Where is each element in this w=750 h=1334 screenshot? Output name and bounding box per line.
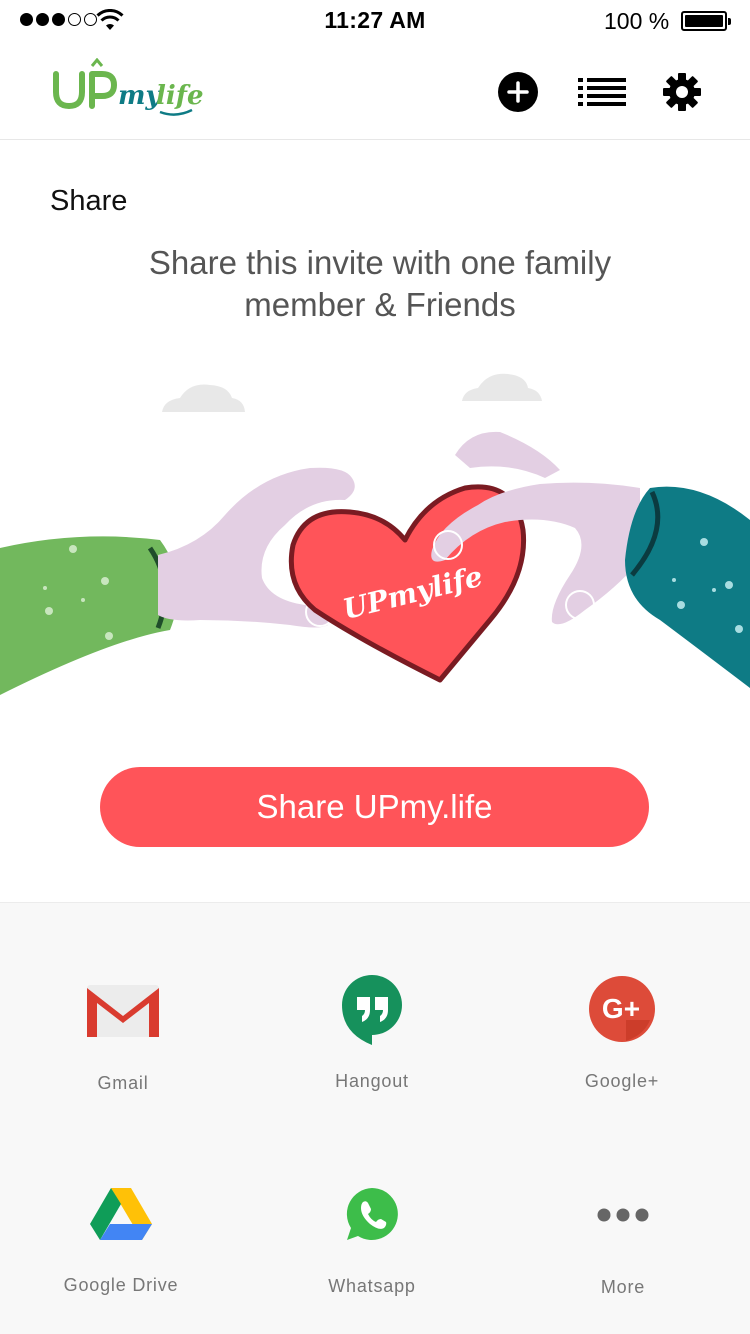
share-option-hangout[interactable]: Hangout xyxy=(272,969,472,1092)
gear-icon xyxy=(663,73,701,111)
share-option-label: Google Drive xyxy=(63,1275,179,1295)
share-option-label: Google+ xyxy=(584,1071,660,1091)
share-upmylife-button[interactable]: Share UPmy.life xyxy=(100,767,649,847)
more-icon xyxy=(597,1208,649,1222)
share-option-more[interactable]: More xyxy=(523,1175,723,1298)
battery-percent: 100 % xyxy=(604,8,670,34)
share-option-label: Whatsapp xyxy=(328,1276,416,1296)
whatsapp-icon xyxy=(346,1188,398,1240)
share-option-google-plus[interactable]: G+ Google+ xyxy=(522,969,722,1092)
list-button[interactable] xyxy=(576,70,628,114)
share-option-label: More xyxy=(600,1277,646,1297)
hangout-icon xyxy=(342,975,402,1045)
invite-message: Share this invite with one family member… xyxy=(148,244,612,323)
share-option-label: Hangout xyxy=(335,1071,409,1091)
settings-button[interactable] xyxy=(660,70,704,114)
share-option-whatsapp[interactable]: Whatsapp xyxy=(272,1174,472,1297)
share-option-gmail[interactable]: Gmail xyxy=(23,971,223,1094)
svg-text:G+: G+ xyxy=(602,993,640,1024)
share-options-sheet: Gmail Hangout G+ Google+ Google Drive Wh… xyxy=(0,902,750,1334)
share-option-google-drive[interactable]: Google Drive xyxy=(21,1173,221,1296)
list-icon xyxy=(578,78,626,106)
battery-icon xyxy=(681,11,731,31)
gmail-icon xyxy=(87,985,159,1037)
app-header: my life xyxy=(0,40,750,140)
google-drive-icon xyxy=(90,1188,152,1240)
status-bar: 11:27 AM 100 % xyxy=(0,0,750,40)
svg-text:life: life xyxy=(156,81,203,111)
add-circle-icon xyxy=(498,72,538,112)
google-plus-icon: G+ xyxy=(589,976,655,1042)
hands-heart-illustration: UPmylife xyxy=(0,373,750,695)
app-logo[interactable]: my life xyxy=(48,58,218,120)
page-title: Share xyxy=(50,185,128,217)
share-option-label: Gmail xyxy=(97,1073,149,1093)
add-button[interactable] xyxy=(496,70,540,114)
